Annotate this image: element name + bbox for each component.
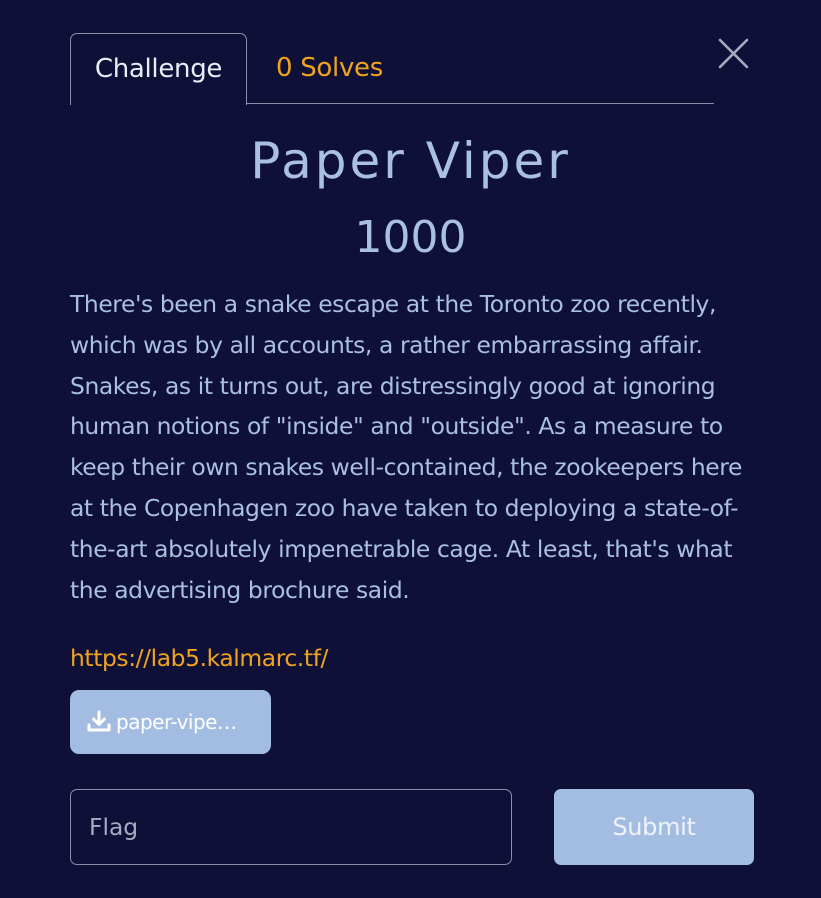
flag-input[interactable] bbox=[70, 789, 512, 865]
file-name: paper-vipe… bbox=[116, 710, 237, 734]
download-icon bbox=[86, 709, 112, 735]
challenge-link[interactable]: https://lab5.kalmarc.tf/ bbox=[70, 638, 328, 678]
tab-solves[interactable]: 0 Solves bbox=[276, 33, 383, 103]
challenge-title: Paper Viper bbox=[250, 132, 571, 190]
tab-bar: Challenge 0 Solves bbox=[70, 33, 714, 105]
challenge-description: There's been a snake escape at the Toron… bbox=[70, 290, 742, 604]
download-file-button[interactable]: paper-vipe… bbox=[70, 690, 271, 754]
close-button[interactable] bbox=[716, 36, 752, 72]
submit-button[interactable]: Submit bbox=[554, 789, 754, 865]
tab-challenge[interactable]: Challenge bbox=[70, 33, 247, 105]
close-icon bbox=[718, 38, 749, 69]
challenge-points: 1000 bbox=[354, 212, 467, 263]
challenge-modal: Challenge 0 Solves Paper Viper 1000 Ther… bbox=[0, 0, 821, 898]
